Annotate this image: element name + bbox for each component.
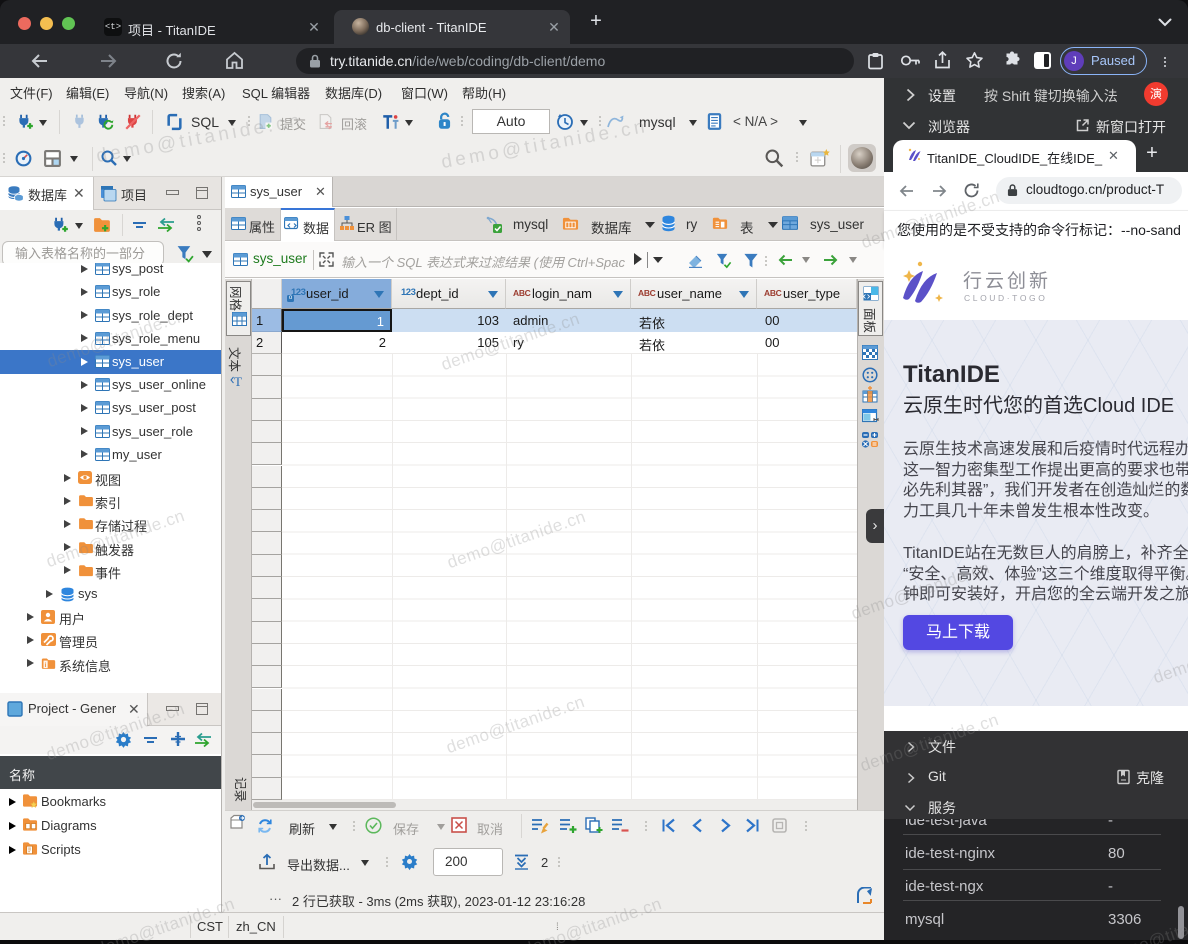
svg-text:i: i bbox=[45, 662, 47, 669]
svg-text:T: T bbox=[234, 374, 242, 389]
